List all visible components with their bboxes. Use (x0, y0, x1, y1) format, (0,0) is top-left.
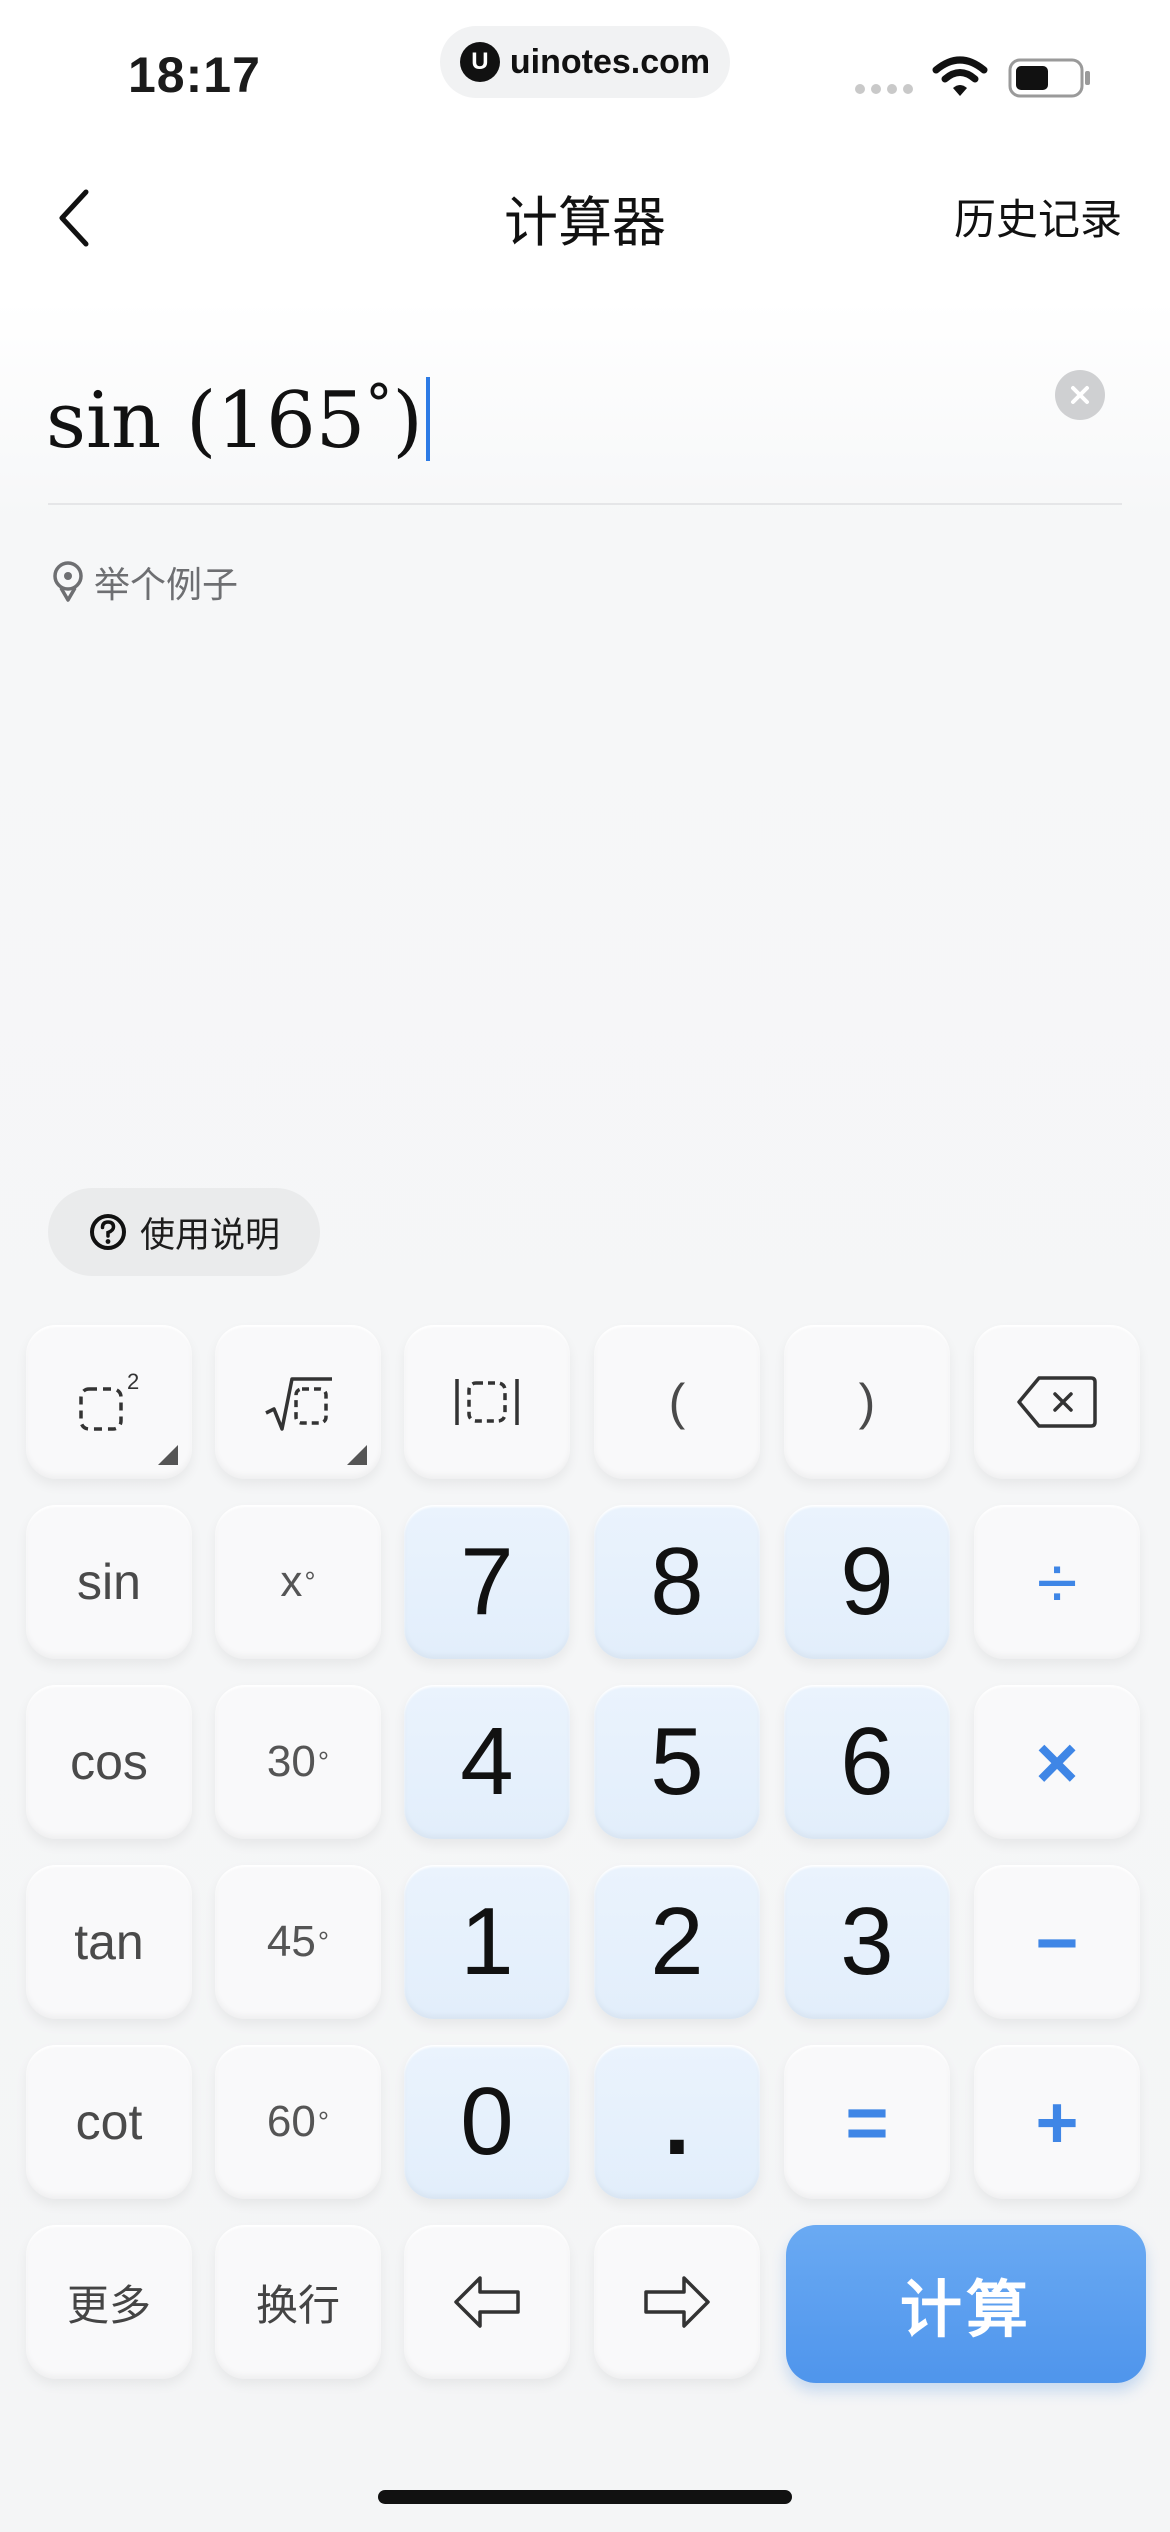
plus-key[interactable]: + (974, 2045, 1140, 2199)
deg45-key[interactable]: 45 ° (215, 1865, 381, 2019)
expression-close-paren: ) (392, 376, 423, 466)
digit-6-key[interactable]: 6 (784, 1685, 950, 1839)
digit-3-key[interactable]: 3 (784, 1865, 950, 2019)
deg45-label: 45 (266, 1917, 316, 1966)
deg45-symbol: ° (317, 1926, 330, 1957)
expression-text: sin (165°) (46, 350, 430, 476)
multiply-key[interactable]: × (974, 1685, 1140, 1839)
equals-key[interactable]: = (784, 2045, 950, 2199)
sqrt-template-icon (265, 1377, 332, 1431)
digit-8-key[interactable]: 8 (594, 1505, 760, 1659)
example-hint[interactable]: 举个例子 (50, 556, 238, 608)
expression-degree: ° (365, 373, 393, 436)
backspace-icon (1017, 1376, 1097, 1428)
cursor-left-key[interactable] (404, 2225, 570, 2379)
cellular-signal-icon (855, 84, 913, 94)
example-hint-label: 举个例子 (94, 564, 239, 605)
site-logo-icon: U (459, 42, 500, 82)
divider (48, 503, 1122, 505)
decimal-point-key[interactable]: . (594, 2045, 760, 2199)
deg30-label: 30 (266, 1737, 316, 1786)
home-indicator (378, 2490, 792, 2504)
sin-key[interactable]: sin (26, 1505, 192, 1659)
open-paren-key[interactable]: ( (594, 1325, 760, 1479)
question-circle-icon (89, 1214, 126, 1250)
expression-func: sin (46, 376, 162, 466)
square-template-icon: 2 (79, 1369, 139, 1431)
arrow-right-icon (644, 2276, 710, 2328)
digit-1-key[interactable]: 1 (404, 1865, 570, 2019)
deg30-symbol: ° (317, 1746, 330, 1777)
lightbulb-icon (53, 561, 83, 602)
deg60-key[interactable]: 60 ° (215, 2045, 381, 2199)
text-cursor (425, 377, 430, 461)
square-superscript: 2 (127, 1369, 139, 1394)
digit-5-key[interactable]: 5 (594, 1685, 760, 1839)
newline-key[interactable]: 换行 (215, 2225, 381, 2379)
expression-open-paren: ( (186, 376, 217, 466)
sqrt-key[interactable] (215, 1325, 381, 1479)
cos-key[interactable]: cos (26, 1685, 192, 1839)
battery-icon (1008, 58, 1090, 98)
degree-key[interactable]: x ° (215, 1505, 381, 1659)
tan-key[interactable]: tan (26, 1865, 192, 2019)
close-paren-key[interactable]: ) (784, 1325, 950, 1479)
backspace-key[interactable] (974, 1325, 1140, 1479)
deg30-key[interactable]: 30 ° (215, 1685, 381, 1839)
digit-7-key[interactable]: 7 (404, 1505, 570, 1659)
square-key[interactable]: 2 (26, 1325, 192, 1479)
help-button[interactable]: 使用说明 (48, 1188, 320, 1276)
degree-key-label: x (280, 1557, 303, 1606)
deg60-symbol: ° (317, 2106, 330, 2137)
arrow-left-icon (454, 2276, 520, 2328)
history-button[interactable]: 历史记录 (954, 186, 1122, 247)
divide-key[interactable]: ÷ (974, 1505, 1140, 1659)
calculate-button[interactable]: 计算 (786, 2225, 1146, 2383)
digit-2-key[interactable]: 2 (594, 1865, 760, 2019)
digit-4-key[interactable]: 4 (404, 1685, 570, 1839)
digit-0-key[interactable]: 0 (404, 2045, 570, 2199)
status-time: 18:17 (128, 47, 261, 103)
wifi-icon (932, 56, 988, 96)
digit-9-key[interactable]: 9 (784, 1505, 950, 1659)
deg60-label: 60 (266, 2097, 316, 2146)
abs-key[interactable] (404, 1325, 570, 1479)
cot-key[interactable]: cot (26, 2045, 192, 2199)
absolute-value-icon (455, 1379, 519, 1425)
url-text: uinotes.com (509, 42, 711, 81)
degree-key-symbol: ° (304, 1566, 316, 1597)
expression-number: 165 (216, 376, 366, 466)
clear-button[interactable] (1055, 370, 1105, 420)
minus-key[interactable]: − (974, 1865, 1140, 2019)
cursor-right-key[interactable] (594, 2225, 760, 2379)
help-label: 使用说明 (139, 1215, 280, 1255)
more-options-indicator (158, 1445, 178, 1465)
url-pill[interactable]: U uinotes.com (440, 26, 730, 98)
expression-input[interactable]: sin (165°) (46, 350, 1122, 500)
close-icon (1071, 386, 1089, 404)
more-options-indicator (347, 1445, 367, 1465)
more-key[interactable]: 更多 (26, 2225, 192, 2379)
